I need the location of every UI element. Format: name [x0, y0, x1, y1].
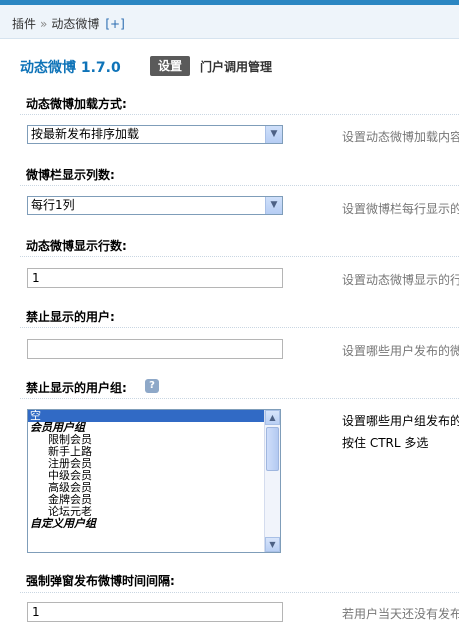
- banned-users-input[interactable]: [27, 339, 283, 359]
- listbox-scrollbar[interactable]: ▲ ▼: [264, 410, 280, 552]
- add-shortcut-button[interactable]: [+]: [105, 17, 124, 31]
- divider: [20, 592, 459, 593]
- chevron-down-icon[interactable]: ▼: [265, 126, 282, 143]
- tab-portal-management[interactable]: 门户调用管理: [200, 58, 272, 75]
- breadcrumb-separator: »: [40, 17, 48, 31]
- popup-interval-hint: 若用户当天还没有发布: [342, 607, 459, 621]
- breadcrumb-bar: 插件 » 动态微博 [+]: [0, 5, 459, 39]
- divider: [20, 185, 459, 186]
- rows-hint: 设置动态微博显示的行: [342, 273, 459, 287]
- banned-groups-multiselect-hint: 按住 CTRL 多选: [342, 436, 429, 450]
- banned-groups-hint: 设置哪些用户组发布的: [342, 414, 459, 428]
- banned-groups-label: 禁止显示的用户组:: [26, 381, 127, 395]
- scroll-up-icon[interactable]: ▲: [265, 410, 280, 425]
- breadcrumb: 插件 » 动态微博 [+]: [12, 15, 125, 32]
- plugin-title: 动态微博 1.7.0: [20, 60, 121, 76]
- load-mode-value: 按最新发布排序加载: [31, 127, 140, 141]
- banned-users-label: 禁止显示的用户:: [26, 310, 115, 324]
- popup-interval-input[interactable]: 1: [27, 602, 283, 622]
- divider: [20, 114, 459, 115]
- popup-interval-label: 强制弹窗发布微博时间间隔:: [26, 574, 175, 588]
- load-mode-select[interactable]: 按最新发布排序加载 ▼: [27, 125, 283, 144]
- tab-settings[interactable]: 设置: [150, 56, 190, 76]
- scroll-down-icon[interactable]: ▼: [265, 537, 280, 552]
- banned-users-hint: 设置哪些用户发布的微: [342, 344, 459, 358]
- listbox-options: 空会员用户组 限制会员 新手上路 注册会员 中级会员 高级会员 金牌会员 论坛元老 自定义用户组: [28, 410, 280, 530]
- rows-label: 动态微博显示行数:: [26, 239, 127, 253]
- breadcrumb-root[interactable]: 插件: [12, 17, 36, 31]
- load-mode-label: 动态微博加载方式:: [26, 97, 127, 111]
- rows-input[interactable]: 1: [27, 268, 283, 288]
- divider: [20, 327, 459, 328]
- columns-value: 每行1列: [31, 198, 75, 212]
- help-icon[interactable]: ?: [145, 379, 159, 393]
- load-mode-hint: 设置动态微博加载内容: [342, 130, 459, 144]
- columns-select[interactable]: 每行1列 ▼: [27, 196, 283, 215]
- divider: [20, 398, 459, 399]
- columns-hint: 设置微博栏每行显示的: [342, 202, 459, 216]
- chevron-down-icon[interactable]: ▼: [265, 197, 282, 214]
- list-group-header[interactable]: 自定义用户组: [28, 518, 280, 530]
- divider: [20, 256, 459, 257]
- columns-label: 微博栏显示列数:: [26, 168, 115, 182]
- breadcrumb-current: 动态微博: [51, 17, 100, 31]
- scroll-thumb[interactable]: [266, 427, 279, 471]
- banned-groups-listbox[interactable]: 空会员用户组 限制会员 新手上路 注册会员 中级会员 高级会员 金牌会员 论坛元老 自定义用户组…: [27, 409, 281, 553]
